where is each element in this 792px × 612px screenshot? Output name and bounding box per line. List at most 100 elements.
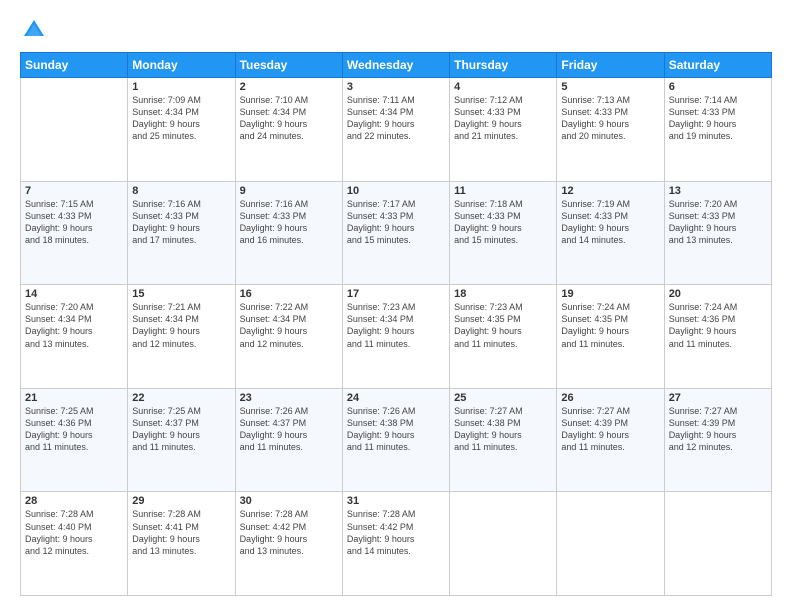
calendar-cell [664,492,771,596]
day-number: 14 [25,288,123,300]
calendar-cell: 3Sunrise: 7:11 AM Sunset: 4:34 PM Daylig… [342,78,449,182]
calendar-cell: 2Sunrise: 7:10 AM Sunset: 4:34 PM Daylig… [235,78,342,182]
weekday-header: Saturday [664,53,771,78]
day-info: Sunrise: 7:11 AM Sunset: 4:34 PM Dayligh… [347,94,445,143]
day-number: 3 [347,81,445,93]
calendar-cell: 18Sunrise: 7:23 AM Sunset: 4:35 PM Dayli… [450,285,557,389]
day-info: Sunrise: 7:23 AM Sunset: 4:34 PM Dayligh… [347,301,445,350]
weekday-header: Wednesday [342,53,449,78]
day-number: 11 [454,185,552,197]
day-info: Sunrise: 7:26 AM Sunset: 4:37 PM Dayligh… [240,405,338,454]
calendar-cell: 28Sunrise: 7:28 AM Sunset: 4:40 PM Dayli… [21,492,128,596]
day-number: 21 [25,392,123,404]
weekday-header: Tuesday [235,53,342,78]
day-number: 19 [561,288,659,300]
day-info: Sunrise: 7:17 AM Sunset: 4:33 PM Dayligh… [347,198,445,247]
day-info: Sunrise: 7:26 AM Sunset: 4:38 PM Dayligh… [347,405,445,454]
weekday-header: Monday [128,53,235,78]
calendar-cell: 25Sunrise: 7:27 AM Sunset: 4:38 PM Dayli… [450,388,557,492]
day-number: 28 [25,495,123,507]
calendar-cell: 22Sunrise: 7:25 AM Sunset: 4:37 PM Dayli… [128,388,235,492]
day-info: Sunrise: 7:27 AM Sunset: 4:38 PM Dayligh… [454,405,552,454]
calendar-cell: 16Sunrise: 7:22 AM Sunset: 4:34 PM Dayli… [235,285,342,389]
calendar-cell: 21Sunrise: 7:25 AM Sunset: 4:36 PM Dayli… [21,388,128,492]
day-info: Sunrise: 7:28 AM Sunset: 4:41 PM Dayligh… [132,508,230,557]
calendar-cell [21,78,128,182]
day-info: Sunrise: 7:15 AM Sunset: 4:33 PM Dayligh… [25,198,123,247]
calendar-body: 1Sunrise: 7:09 AM Sunset: 4:34 PM Daylig… [21,78,772,596]
day-number: 18 [454,288,552,300]
day-number: 27 [669,392,767,404]
day-info: Sunrise: 7:13 AM Sunset: 4:33 PM Dayligh… [561,94,659,143]
day-info: Sunrise: 7:28 AM Sunset: 4:42 PM Dayligh… [240,508,338,557]
calendar-cell: 14Sunrise: 7:20 AM Sunset: 4:34 PM Dayli… [21,285,128,389]
calendar-cell: 23Sunrise: 7:26 AM Sunset: 4:37 PM Dayli… [235,388,342,492]
calendar-cell: 30Sunrise: 7:28 AM Sunset: 4:42 PM Dayli… [235,492,342,596]
day-number: 30 [240,495,338,507]
calendar-cell: 29Sunrise: 7:28 AM Sunset: 4:41 PM Dayli… [128,492,235,596]
calendar-header: SundayMondayTuesdayWednesdayThursdayFrid… [21,53,772,78]
calendar-cell: 10Sunrise: 7:17 AM Sunset: 4:33 PM Dayli… [342,181,449,285]
day-number: 10 [347,185,445,197]
day-info: Sunrise: 7:24 AM Sunset: 4:35 PM Dayligh… [561,301,659,350]
day-info: Sunrise: 7:24 AM Sunset: 4:36 PM Dayligh… [669,301,767,350]
day-info: Sunrise: 7:20 AM Sunset: 4:34 PM Dayligh… [25,301,123,350]
calendar-cell: 13Sunrise: 7:20 AM Sunset: 4:33 PM Dayli… [664,181,771,285]
weekday-row: SundayMondayTuesdayWednesdayThursdayFrid… [21,53,772,78]
day-number: 4 [454,81,552,93]
day-info: Sunrise: 7:10 AM Sunset: 4:34 PM Dayligh… [240,94,338,143]
day-info: Sunrise: 7:19 AM Sunset: 4:33 PM Dayligh… [561,198,659,247]
day-number: 25 [454,392,552,404]
day-info: Sunrise: 7:27 AM Sunset: 4:39 PM Dayligh… [669,405,767,454]
day-number: 2 [240,81,338,93]
calendar-cell: 6Sunrise: 7:14 AM Sunset: 4:33 PM Daylig… [664,78,771,182]
calendar-cell: 1Sunrise: 7:09 AM Sunset: 4:34 PM Daylig… [128,78,235,182]
page: SundayMondayTuesdayWednesdayThursdayFrid… [0,0,792,612]
calendar-cell: 15Sunrise: 7:21 AM Sunset: 4:34 PM Dayli… [128,285,235,389]
day-number: 7 [25,185,123,197]
logo [20,16,52,44]
calendar-week-row: 1Sunrise: 7:09 AM Sunset: 4:34 PM Daylig… [21,78,772,182]
day-info: Sunrise: 7:18 AM Sunset: 4:33 PM Dayligh… [454,198,552,247]
calendar-week-row: 28Sunrise: 7:28 AM Sunset: 4:40 PM Dayli… [21,492,772,596]
day-number: 20 [669,288,767,300]
calendar-cell: 4Sunrise: 7:12 AM Sunset: 4:33 PM Daylig… [450,78,557,182]
day-info: Sunrise: 7:23 AM Sunset: 4:35 PM Dayligh… [454,301,552,350]
calendar-cell: 27Sunrise: 7:27 AM Sunset: 4:39 PM Dayli… [664,388,771,492]
day-number: 5 [561,81,659,93]
weekday-header: Sunday [21,53,128,78]
calendar-cell: 12Sunrise: 7:19 AM Sunset: 4:33 PM Dayli… [557,181,664,285]
day-number: 16 [240,288,338,300]
day-info: Sunrise: 7:14 AM Sunset: 4:33 PM Dayligh… [669,94,767,143]
day-number: 26 [561,392,659,404]
day-info: Sunrise: 7:16 AM Sunset: 4:33 PM Dayligh… [132,198,230,247]
day-info: Sunrise: 7:25 AM Sunset: 4:37 PM Dayligh… [132,405,230,454]
day-number: 29 [132,495,230,507]
calendar-cell [557,492,664,596]
calendar-cell: 7Sunrise: 7:15 AM Sunset: 4:33 PM Daylig… [21,181,128,285]
day-info: Sunrise: 7:22 AM Sunset: 4:34 PM Dayligh… [240,301,338,350]
day-info: Sunrise: 7:28 AM Sunset: 4:40 PM Dayligh… [25,508,123,557]
calendar-week-row: 7Sunrise: 7:15 AM Sunset: 4:33 PM Daylig… [21,181,772,285]
day-info: Sunrise: 7:12 AM Sunset: 4:33 PM Dayligh… [454,94,552,143]
day-number: 22 [132,392,230,404]
calendar-week-row: 14Sunrise: 7:20 AM Sunset: 4:34 PM Dayli… [21,285,772,389]
calendar-cell: 17Sunrise: 7:23 AM Sunset: 4:34 PM Dayli… [342,285,449,389]
day-number: 23 [240,392,338,404]
day-number: 17 [347,288,445,300]
day-number: 6 [669,81,767,93]
calendar-cell: 8Sunrise: 7:16 AM Sunset: 4:33 PM Daylig… [128,181,235,285]
day-number: 13 [669,185,767,197]
day-info: Sunrise: 7:21 AM Sunset: 4:34 PM Dayligh… [132,301,230,350]
header [20,16,772,44]
calendar-cell: 19Sunrise: 7:24 AM Sunset: 4:35 PM Dayli… [557,285,664,389]
day-number: 8 [132,185,230,197]
day-number: 12 [561,185,659,197]
day-info: Sunrise: 7:27 AM Sunset: 4:39 PM Dayligh… [561,405,659,454]
weekday-header: Friday [557,53,664,78]
calendar-cell: 9Sunrise: 7:16 AM Sunset: 4:33 PM Daylig… [235,181,342,285]
calendar-week-row: 21Sunrise: 7:25 AM Sunset: 4:36 PM Dayli… [21,388,772,492]
day-number: 31 [347,495,445,507]
calendar: SundayMondayTuesdayWednesdayThursdayFrid… [20,52,772,596]
day-number: 15 [132,288,230,300]
